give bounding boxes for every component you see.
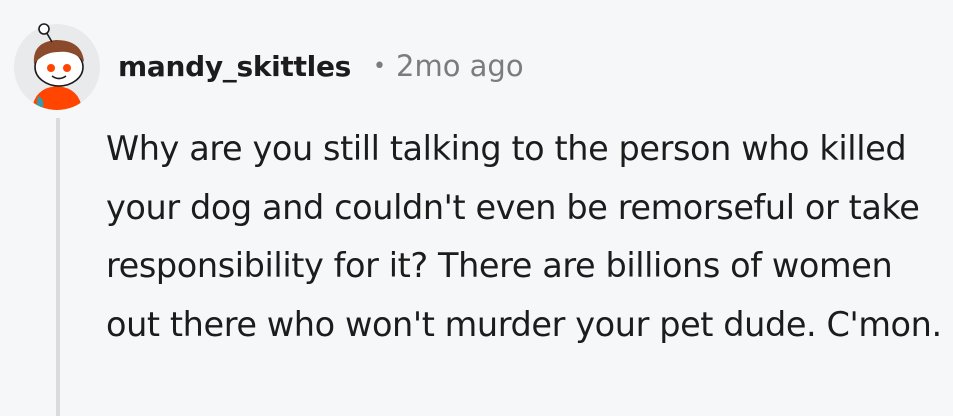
timestamp-link[interactable]: 2mo ago xyxy=(396,49,524,83)
comment: mandy_skittles • 2mo ago Why are you sti… xyxy=(0,0,953,416)
thread-line[interactable] xyxy=(56,118,60,416)
username-link[interactable]: mandy_skittles xyxy=(118,50,351,83)
separator-dot: • xyxy=(373,53,386,79)
comment-body: Why are you still talking to the person … xyxy=(106,129,942,344)
comment-header: mandy_skittles • 2mo ago xyxy=(118,44,524,88)
user-avatar-icon[interactable] xyxy=(12,22,102,110)
snoo-avatar-icon xyxy=(14,23,100,110)
